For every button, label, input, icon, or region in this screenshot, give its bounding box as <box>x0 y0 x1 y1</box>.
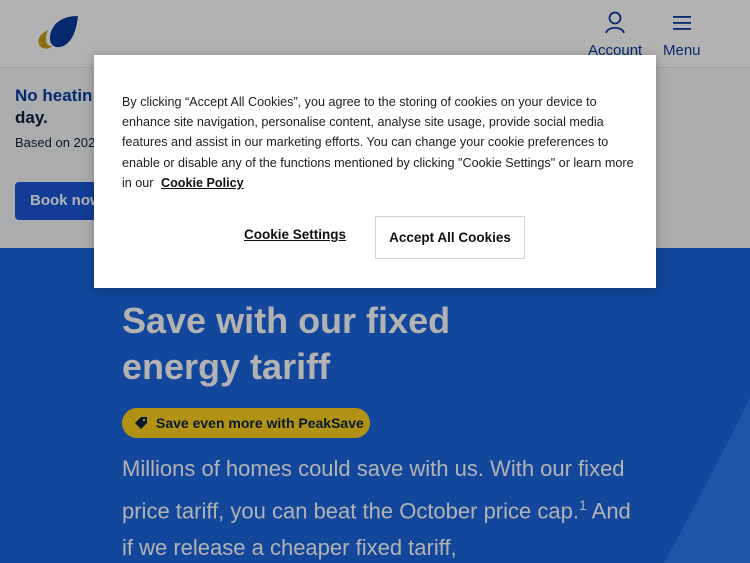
cookie-text: By clicking “Accept All Cookies”, you ag… <box>122 92 634 193</box>
cookie-policy-link[interactable]: Cookie Policy <box>161 176 244 190</box>
accept-all-cookies-button[interactable]: Accept All Cookies <box>375 216 525 259</box>
cookie-banner: By clicking “Accept All Cookies”, you ag… <box>94 55 656 288</box>
cookie-settings-button[interactable]: Cookie Settings <box>244 227 346 242</box>
